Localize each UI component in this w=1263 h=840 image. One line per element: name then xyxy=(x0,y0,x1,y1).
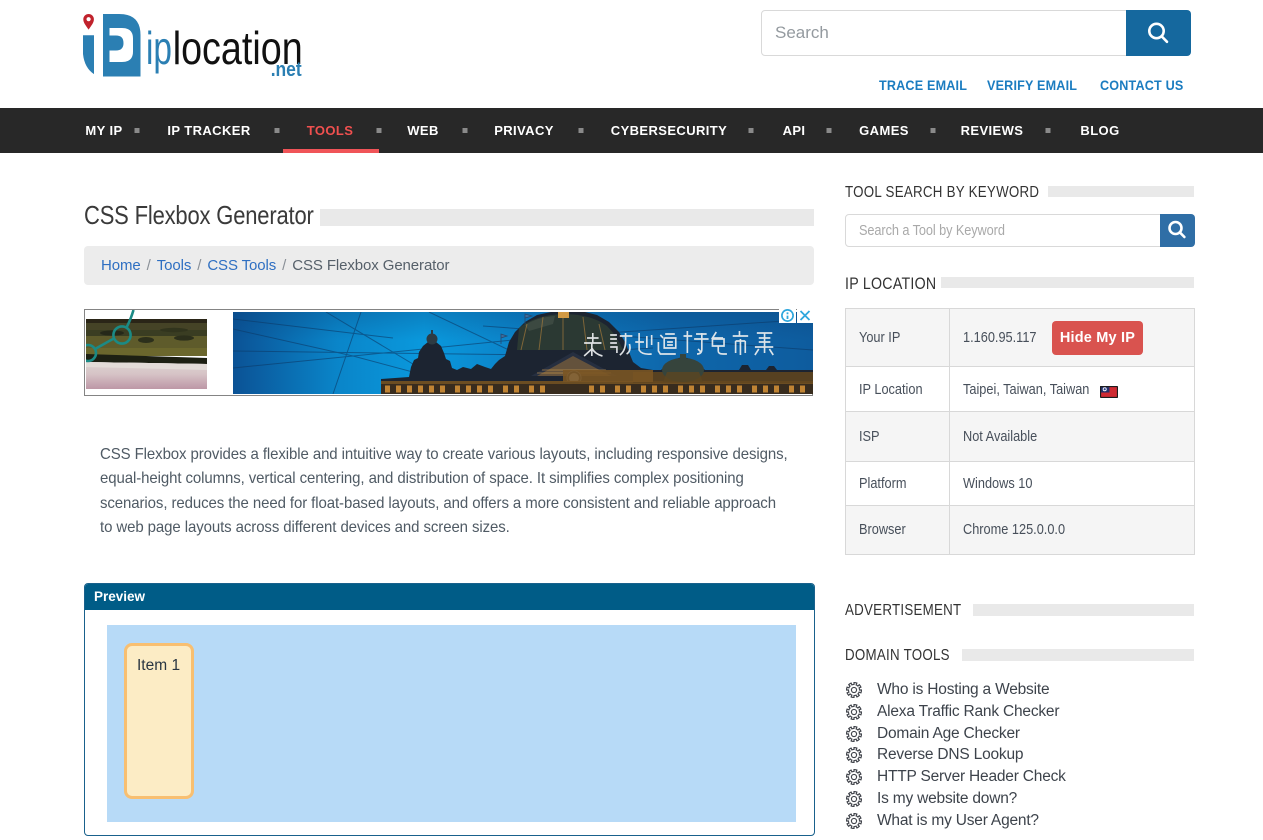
svg-text:ip: ip xyxy=(146,22,172,74)
svg-text:.net: .net xyxy=(271,59,302,81)
